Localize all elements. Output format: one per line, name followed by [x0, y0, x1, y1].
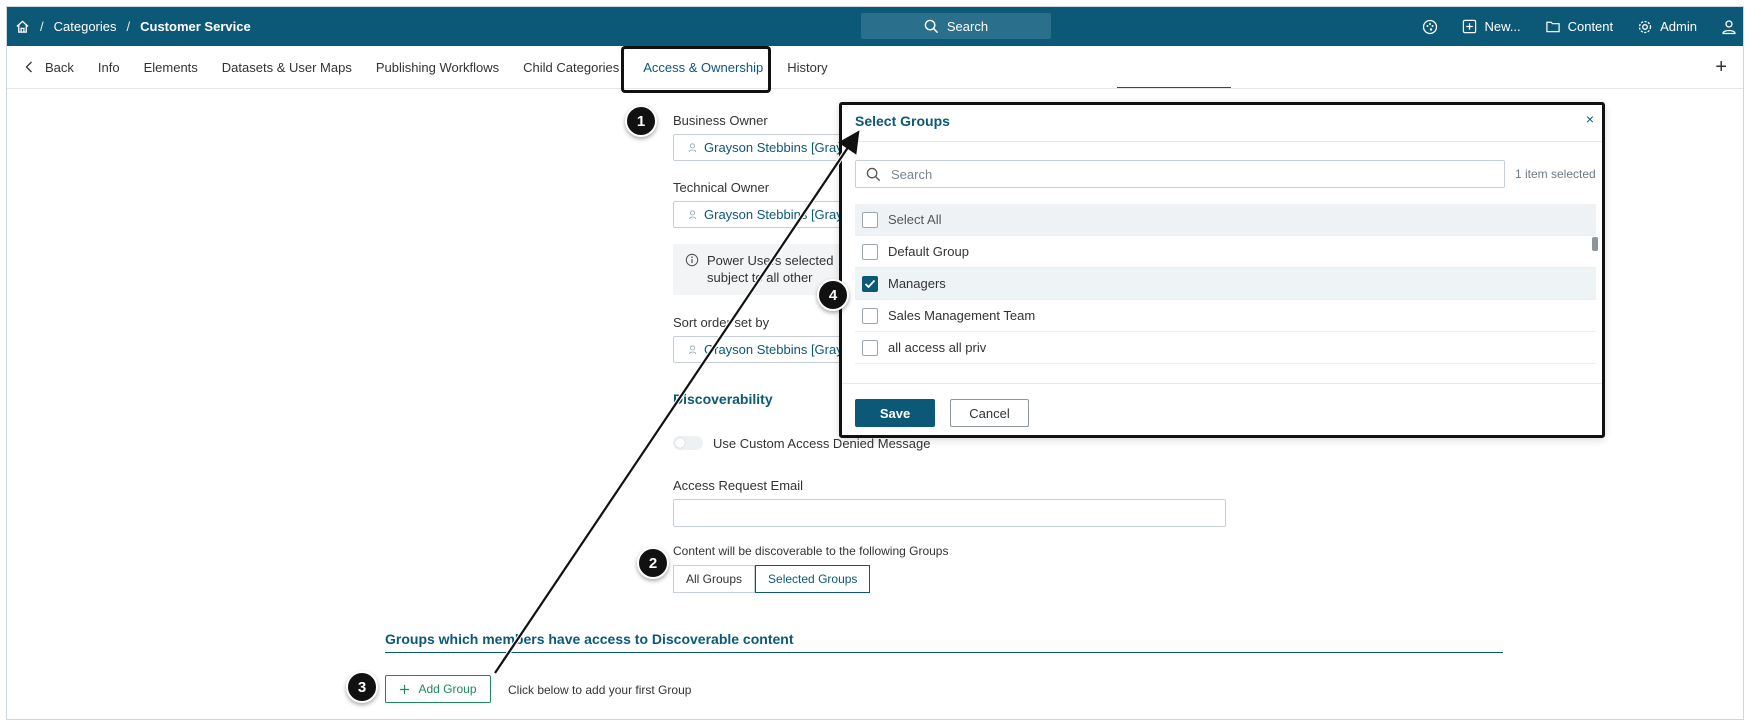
annotation-arrow: [493, 130, 860, 675]
annotation-badge-4: 4: [817, 279, 849, 311]
annotation-badge-1: 1: [625, 105, 657, 137]
annotation-badge-3: 3: [346, 671, 378, 703]
app-frame: / Categories / Customer Service Search N…: [6, 6, 1744, 720]
annotation-badge-2: 2: [637, 547, 669, 579]
